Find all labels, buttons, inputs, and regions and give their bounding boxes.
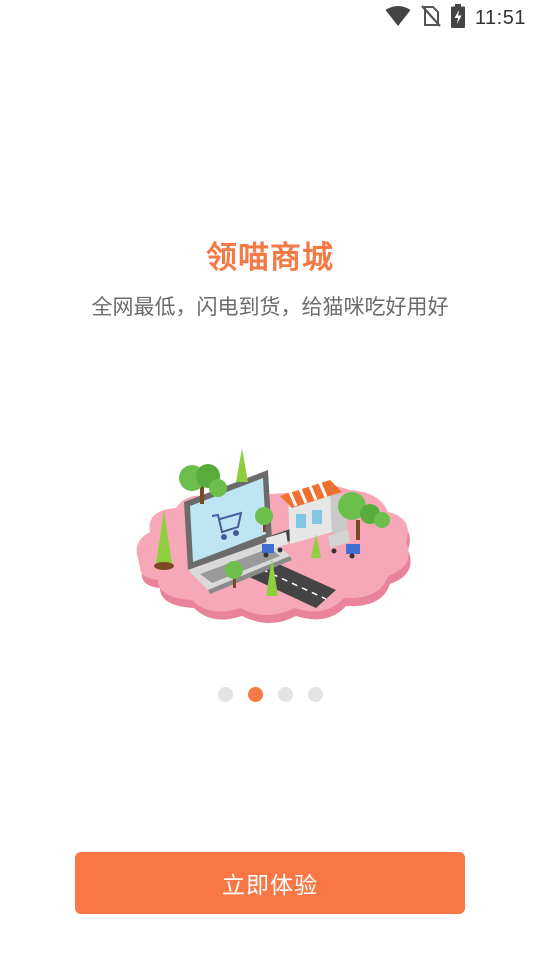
tree-cone-top — [236, 448, 248, 482]
page-dot-4[interactable] — [307, 687, 323, 702]
page-dot-3[interactable] — [277, 687, 293, 702]
no-sim-icon — [421, 5, 441, 31]
page-title: 领喵商城 — [206, 240, 334, 276]
start-experience-button[interactable]: 立即体验 — [75, 852, 465, 914]
wifi-icon — [385, 5, 411, 31]
page-dot-1[interactable] — [217, 687, 233, 702]
battery-charging-icon — [450, 4, 465, 32]
status-bar: 11:51 — [0, 0, 540, 36]
page-subtitle: 全网最低，闪电到货，给猫咪吃好用好 — [91, 295, 449, 319]
page-dot-2-active[interactable] — [247, 687, 263, 702]
page-indicator — [0, 687, 540, 702]
status-time: 11:51 — [474, 6, 526, 29]
shopping-illustration — [120, 440, 420, 640]
status-icons: 11:51 — [385, 4, 526, 32]
